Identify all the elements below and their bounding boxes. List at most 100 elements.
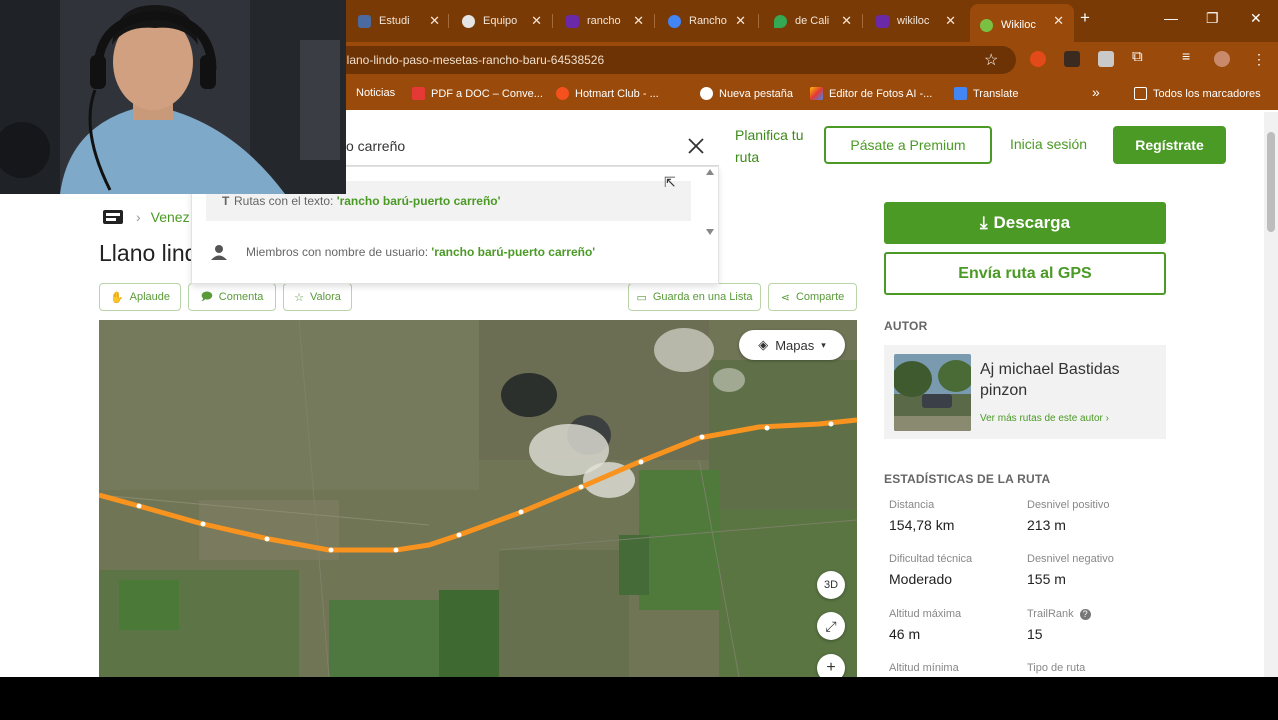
user-icon [211,245,227,260]
stat-elevation-loss: Desnivel negativo 155 m [1027,553,1114,587]
tab-label: wikiloc [897,15,930,27]
applaud-button[interactable]: ✋ Aplaude [99,283,181,311]
premium-button[interactable]: Pásate a Premium [824,126,992,164]
webcam-video-feed [0,0,346,194]
extension-icon[interactable] [1098,51,1114,67]
tab-close-icon[interactable]: ✕ [735,13,746,29]
search-box [346,126,719,166]
pdf-favicon-icon [412,87,425,100]
extensions-puzzle-icon[interactable]: ⧉ [1132,48,1148,65]
tab-label: de Cali [795,15,830,27]
breadcrumb: › Venez [100,204,190,230]
stat-route-type: Tipo de ruta [1027,662,1086,674]
satellite-map-imagery [99,320,857,677]
stat-min-altitude: Altitud mínima [889,662,959,674]
tab-close-icon[interactable]: ✕ [1053,13,1064,29]
media-controls-icon[interactable]: ≡ [1182,48,1198,64]
breadcrumb-separator: › [136,209,141,225]
bookmark-item[interactable]: Nueva pestaña [700,87,793,100]
save-to-list-button[interactable]: ▭ Guarda en una Lista [628,283,761,311]
suggestion-members-by-username[interactable]: Miembros con nombre de usuario: 'rancho … [192,245,707,260]
bookmark-item[interactable]: Hotmart Club - ... [556,87,659,100]
breadcrumb-country[interactable]: Venez [151,209,190,225]
tab-close-icon[interactable]: ✕ [633,13,644,29]
tab-favicon-icon [774,14,787,28]
stat-trailrank: TrailRank ? 15 [1027,608,1091,642]
extension-icon[interactable] [1064,51,1080,67]
stat-elevation-gain: Desnivel positivo 213 m [1027,499,1110,533]
tab-close-icon[interactable]: ✕ [841,13,852,29]
map-3d-button[interactable]: 3D [817,571,845,599]
tab-label: rancho [587,15,621,27]
search-input[interactable] [346,126,676,166]
minimize-icon[interactable]: — [1164,10,1178,26]
tab-close-icon[interactable]: ✕ [531,13,542,29]
page-scroll-thumb[interactable] [1267,132,1275,232]
zoom-in-icon[interactable]: + [817,654,845,677]
bookmark-item[interactable]: Editor de Fotos AI -... [810,87,932,100]
comment-icon: 🗩 [200,290,213,303]
route-map[interactable]: ◈ Mapas ▾ 3D ⤢ + [99,320,857,677]
author-heading: AUTOR [884,319,928,333]
login-link[interactable]: Inicia sesión [1010,136,1087,152]
tab-favicon-icon [462,14,475,28]
tab-favicon-icon [358,14,371,28]
photo-editor-favicon-icon [810,87,823,100]
download-button[interactable]: ⤓ Descarga [884,202,1166,244]
author-name[interactable]: Aj michael Bastidas pinzon [980,359,1160,401]
tab-label: Estudi [379,15,410,27]
close-icon[interactable] [686,136,706,156]
share-button[interactable]: ⋖ Comparte [768,283,857,311]
bookmark-item[interactable]: PDF a DOC – Conve... [412,87,543,100]
help-icon[interactable]: ? [1079,608,1091,620]
address-bar[interactable]: llano-lindo-paso-mesetas-rancho-baru-645… [330,46,1016,74]
rate-button[interactable]: ☆ Valora [283,283,352,311]
stats-heading: ESTADÍSTICAS DE LA RUTA [884,472,1051,486]
browser-tab-1[interactable]: Estudi ✕ [358,8,440,34]
extension-icon[interactable] [1030,51,1046,67]
browser-tab-6[interactable]: wikiloc ✕ [876,8,956,34]
plan-route-link[interactable]: Planifica tu ruta [735,124,825,168]
text-type-icon: T [222,194,230,208]
page-scrollbar[interactable] [1264,112,1278,677]
bookmarks-overflow-icon[interactable]: » [1092,84,1100,100]
comment-button[interactable]: 🗩 Comenta [188,283,276,311]
author-avatar [894,354,971,431]
all-bookmarks[interactable]: Todos los marcadores [1134,87,1261,100]
hotmart-favicon-icon [556,87,569,100]
tab-favicon-icon [980,18,993,32]
tab-close-icon[interactable]: ✕ [945,13,956,29]
browser-tab-active[interactable]: Wikiloc ✕ [970,4,1074,42]
profile-avatar-icon[interactable] [1214,51,1230,67]
map-layers-button[interactable]: ◈ Mapas ▾ [739,330,845,360]
bookmark-item[interactable]: Translate [954,87,1018,100]
webcam-overlay [0,0,346,194]
stat-difficulty: Dificultad técnica Moderado [889,553,973,587]
tab-label: Wikiloc [1001,19,1036,31]
chevron-down-icon: ▾ [821,339,826,350]
star-icon: ☆ [294,291,304,304]
new-tab-icon[interactable]: + [1080,8,1090,28]
bookmark-star-icon[interactable]: ☆ [984,50,998,70]
suggestions-scrollbar[interactable] [706,169,714,235]
fullscreen-icon[interactable]: ⤢ [817,612,845,640]
restore-icon[interactable]: ❐ [1206,10,1219,27]
tab-close-icon[interactable]: ✕ [429,13,440,29]
route-title: Llano lind [99,240,198,266]
bookmark-item[interactable]: Noticias [356,87,395,99]
author-card[interactable]: Aj michael Bastidas pinzon Ver más rutas… [884,345,1166,439]
tab-favicon-icon [566,14,579,28]
letterbox-bar [0,677,1278,720]
browser-tab-5[interactable]: de Cali ✕ [774,8,852,34]
author-more-routes-link[interactable]: Ver más rutas de este autor › [980,413,1109,424]
window-close-icon[interactable]: ✕ [1250,10,1262,27]
stat-distance: Distancia 154,78 km [889,499,955,533]
register-button[interactable]: Regístrate [1113,126,1226,164]
browser-tab-2[interactable]: Equipo ✕ [462,8,542,34]
share-icon: ⋖ [780,291,790,304]
mouse-cursor-icon: ⇱ [664,174,676,190]
browser-menu-icon[interactable]: ⋮ [1252,51,1266,68]
browser-tab-3[interactable]: rancho ✕ [566,8,644,34]
browser-tab-4[interactable]: Rancho ✕ [668,8,746,34]
send-to-gps-button[interactable]: Envía ruta al GPS [884,252,1166,295]
